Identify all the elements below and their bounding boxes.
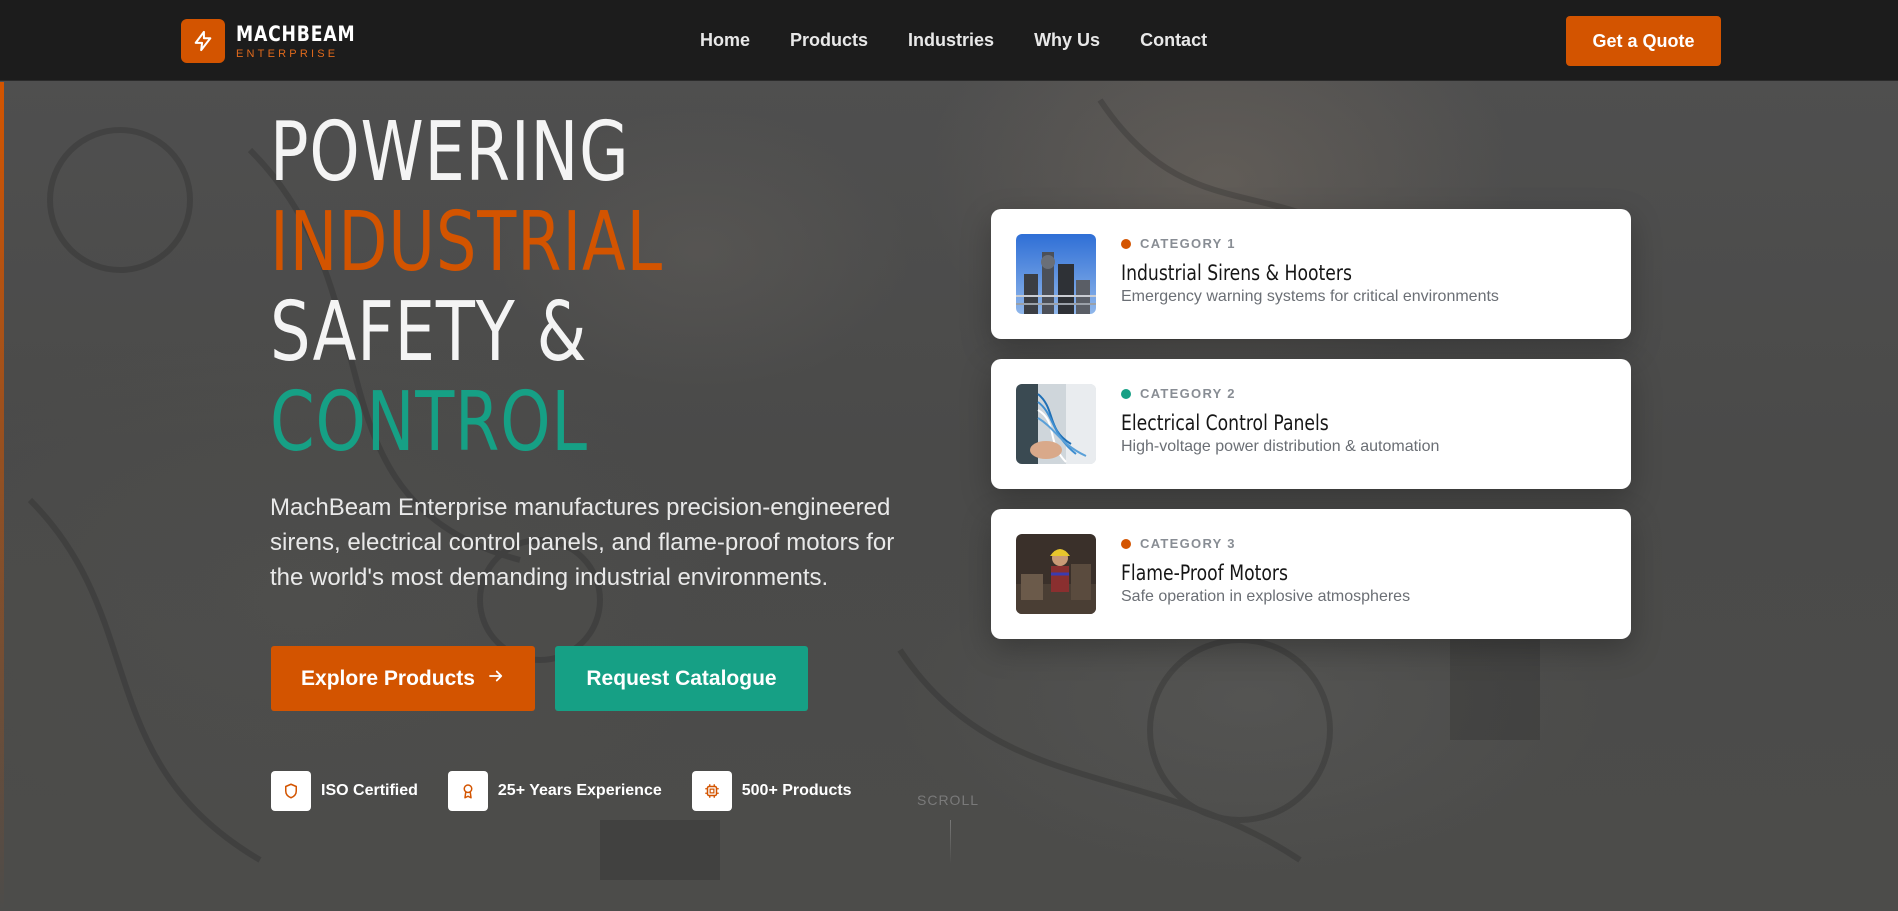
category-title: Electrical Control Panels xyxy=(1121,411,1329,435)
category-dot xyxy=(1121,238,1131,249)
lightning-bolt-icon xyxy=(181,19,225,63)
category-description: Emergency warning systems for critical e… xyxy=(1121,288,1499,305)
get-a-quote-button[interactable]: Get a Quote xyxy=(1566,16,1721,66)
hero-description: MachBeam Enterprise manufactures precisi… xyxy=(270,494,895,591)
site-header: MACHBEAM ENTERPRISE Home Products Indust… xyxy=(0,0,1898,81)
hero-headline: POWERING INDUSTRIAL SAFETY & CONTROL xyxy=(270,108,774,468)
arrow-right-icon xyxy=(487,667,505,691)
category-label: CATEGORY 2 xyxy=(1140,386,1236,401)
trust-badges: ISO Certified 25+ Years Experience 500+ … xyxy=(271,771,882,811)
badge-label: 25+ Years Experience xyxy=(497,782,662,799)
category-description: Safe operation in explosive atmospheres xyxy=(1121,588,1411,605)
control-panel-thumbnail xyxy=(1016,384,1096,464)
nav-industries[interactable]: Industries xyxy=(908,30,994,51)
brand-logo[interactable]: MACHBEAM ENTERPRISE xyxy=(181,19,382,63)
category-dot xyxy=(1121,388,1131,399)
industrial-plant-thumbnail xyxy=(1016,234,1096,314)
category-description: High-voltage power distribution & automa… xyxy=(1121,438,1440,455)
brand-subtitle: ENTERPRISE xyxy=(236,47,339,60)
brand-name: MACHBEAM xyxy=(236,21,356,46)
worker-motor-thumbnail xyxy=(1016,534,1096,614)
category-dot xyxy=(1121,538,1131,549)
category-label: CATEGORY 1 xyxy=(1140,236,1236,251)
category-label: CATEGORY 3 xyxy=(1140,536,1236,551)
request-catalogue-button[interactable]: Request Catalogue xyxy=(555,646,808,711)
category-title: Flame-Proof Motors xyxy=(1121,561,1288,585)
scroll-hint: SCROLL xyxy=(917,792,980,808)
accent-edge xyxy=(0,82,4,911)
shield-icon xyxy=(271,771,311,811)
badge-iso: ISO Certified xyxy=(271,771,418,811)
category-title: Industrial Sirens & Hooters xyxy=(1121,261,1352,285)
category-card[interactable]: CATEGORY 1 Industrial Sirens & Hooters E… xyxy=(991,209,1631,339)
nav-products[interactable]: Products xyxy=(790,30,868,51)
headline-line-2: INDUSTRIAL xyxy=(270,195,663,290)
explore-products-button[interactable]: Explore Products xyxy=(271,646,535,711)
headline-line-4: CONTROL xyxy=(270,375,588,470)
scroll-indicator-line xyxy=(950,820,951,864)
badge-experience: 25+ Years Experience xyxy=(447,771,662,811)
nav-home[interactable]: Home xyxy=(700,30,750,51)
category-card[interactable]: CATEGORY 2 Electrical Control Panels Hig… xyxy=(991,359,1631,489)
award-icon xyxy=(447,771,488,811)
badge-products: 500+ Products xyxy=(691,771,852,811)
badge-label: ISO Certified xyxy=(321,782,418,799)
explore-products-label: Explore Products xyxy=(301,666,475,690)
cpu-chip-icon xyxy=(691,771,732,811)
badge-label: 500+ Products xyxy=(741,782,852,799)
category-card[interactable]: CATEGORY 3 Flame-Proof Motors Safe opera… xyxy=(991,509,1631,639)
nav-why-us[interactable]: Why Us xyxy=(1034,30,1100,51)
headline-line-3: SAFETY & xyxy=(270,285,588,380)
nav-contact[interactable]: Contact xyxy=(1140,30,1207,51)
headline-line-1: POWERING xyxy=(270,105,630,200)
main-nav: Home Products Industries Why Us Contact xyxy=(700,0,1247,81)
